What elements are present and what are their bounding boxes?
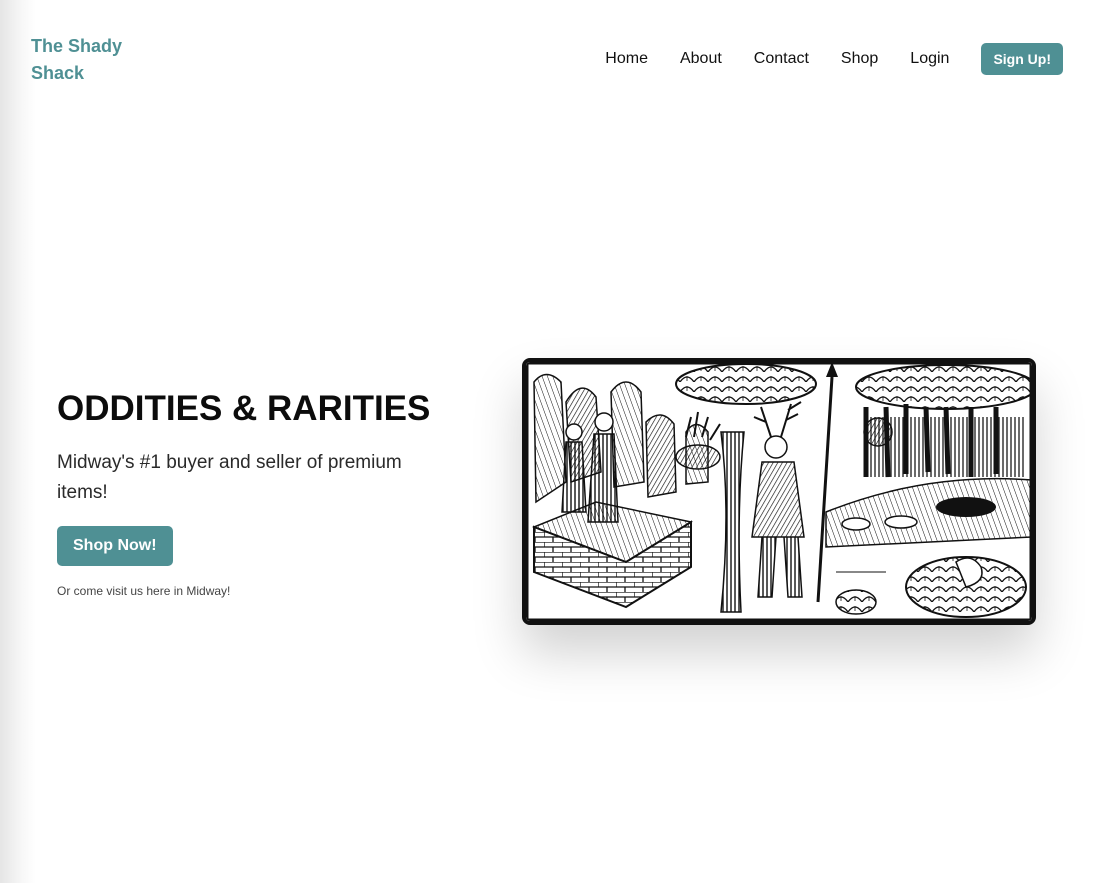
woodcut-illustration-image	[522, 358, 1036, 625]
left-edge-shadow	[0, 0, 36, 883]
page: The Shady Shack Home About Contact Shop …	[0, 0, 1093, 883]
woodcut-illustration-icon	[526, 362, 1032, 621]
brand-logo[interactable]: The Shady Shack	[31, 33, 141, 87]
hero-section: ODDITIES & RARITIES Midway's #1 buyer an…	[57, 386, 437, 598]
nav-shop[interactable]: Shop	[841, 43, 878, 75]
nav-about[interactable]: About	[680, 43, 722, 75]
nav-login[interactable]: Login	[910, 43, 949, 75]
hero-title: ODDITIES & RARITIES	[57, 389, 431, 428]
main-nav: Home About Contact Shop Login Sign Up!	[605, 43, 1063, 75]
shop-now-button[interactable]: Shop Now!	[57, 526, 173, 566]
nav-contact[interactable]: Contact	[754, 43, 809, 75]
nav-home[interactable]: Home	[605, 43, 648, 75]
signup-button[interactable]: Sign Up!	[981, 43, 1063, 75]
hero-subtitle: Midway's #1 buyer and seller of premium …	[57, 452, 402, 503]
visit-note: Or come visit us here in Midway!	[57, 584, 231, 598]
